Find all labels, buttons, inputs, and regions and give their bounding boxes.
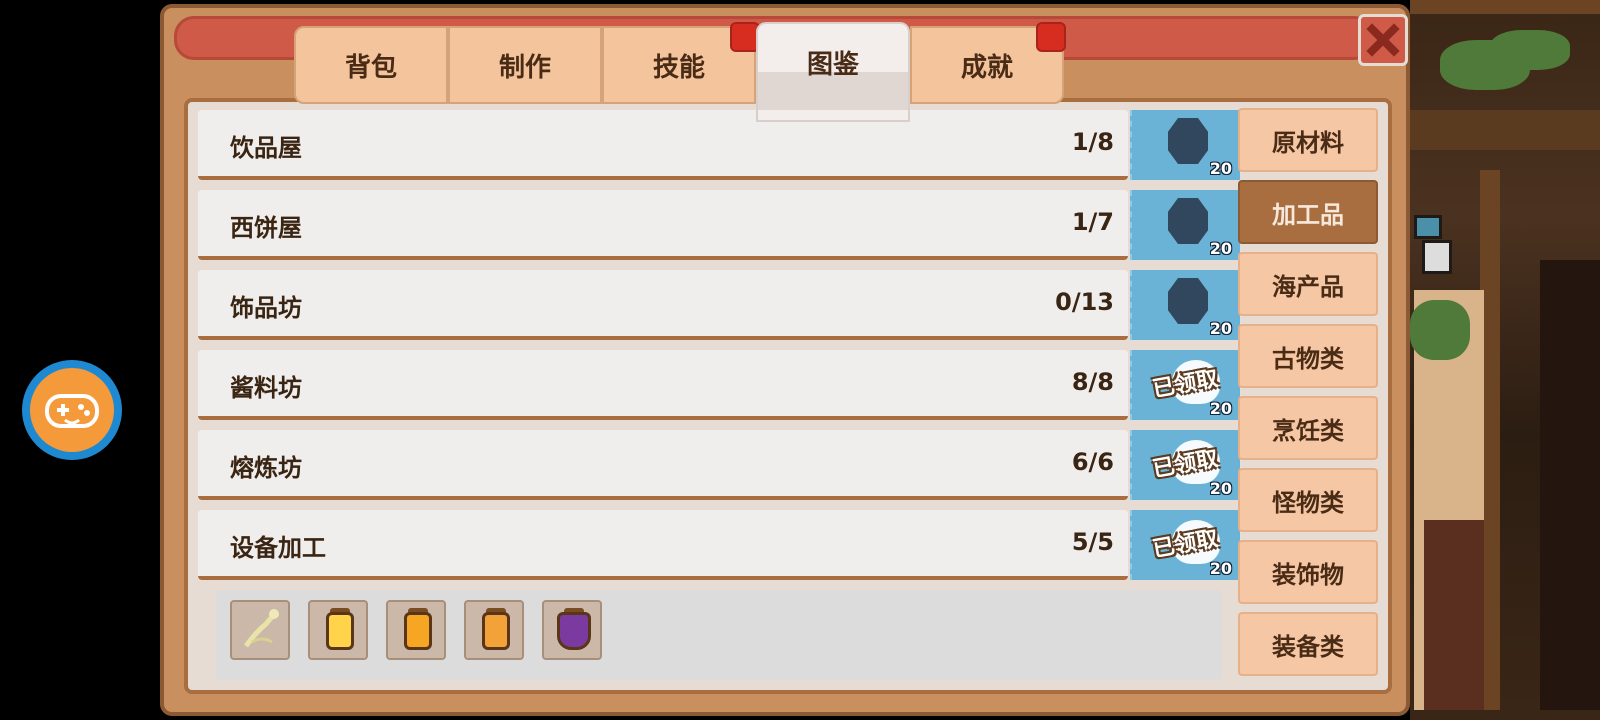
content-frame: 饮品屋 1/8 20 西饼屋 1/7 20 饰品坊 0/13 20 酱料坊 8/… (184, 98, 1392, 694)
collection-list: 饮品屋 1/8 20 西饼屋 1/7 20 饰品坊 0/13 20 酱料坊 8/… (198, 110, 1240, 680)
row-name: 饮品屋 (230, 134, 302, 162)
item-slot[interactable] (308, 600, 368, 660)
reward-qty: 20 (1209, 239, 1232, 258)
reward-qty: 20 (1209, 479, 1232, 498)
item-slot[interactable] (230, 600, 290, 660)
reward-button[interactable]: 20 (1130, 110, 1240, 180)
close-icon (1366, 23, 1400, 57)
category-cooking[interactable]: 烹饪类 (1238, 396, 1378, 460)
list-item: 饰品坊 0/13 20 (198, 270, 1240, 350)
row-count: 1/7 (1071, 208, 1114, 236)
list-item: 西饼屋 1/7 20 (198, 190, 1240, 270)
reward-button[interactable]: 已领取 20 (1130, 430, 1240, 500)
row-name: 设备加工 (230, 534, 326, 562)
item-slot[interactable] (386, 600, 446, 660)
tab-crafting[interactable]: 制作 (448, 26, 602, 104)
list-item: 酱料坊 8/8 已领取 20 (198, 350, 1240, 430)
collection-panel: 饮品屋 1/8 20 西饼屋 1/7 20 饰品坊 0/13 20 酱料坊 8/… (160, 4, 1410, 716)
tab-label: 成就 (960, 52, 1013, 83)
row-name: 酱料坊 (230, 374, 302, 402)
gamepad-icon (45, 394, 99, 428)
row-name: 熔炼坊 (230, 454, 302, 482)
gem-icon (1168, 278, 1208, 324)
collection-row[interactable]: 饰品坊 0/13 (198, 270, 1128, 340)
yellow-jar-icon (326, 612, 354, 650)
collection-row[interactable]: 西饼屋 1/7 (198, 190, 1128, 260)
tab-backpack[interactable]: 背包 (294, 26, 448, 104)
category-sidebar: 原材料 加工品 海产品 古物类 烹饪类 怪物类 装饰物 装备类 (1238, 108, 1378, 684)
row-count: 1/8 (1071, 128, 1114, 156)
row-count: 8/8 (1071, 368, 1114, 396)
reward-qty: 20 (1209, 559, 1232, 578)
category-equipment[interactable]: 装备类 (1238, 612, 1378, 676)
background-scenery (1410, 0, 1600, 720)
rope-icon (243, 609, 279, 648)
tab-collection[interactable]: 图鉴 (756, 22, 910, 122)
collection-row[interactable]: 设备加工 5/5 (198, 510, 1128, 580)
list-item: 饮品屋 1/8 20 (198, 110, 1240, 190)
category-processed-goods[interactable]: 加工品 (1238, 180, 1378, 244)
category-antiques[interactable]: 古物类 (1238, 324, 1378, 388)
collection-row[interactable]: 饮品屋 1/8 (198, 110, 1128, 180)
reward-button[interactable]: 20 (1130, 190, 1240, 260)
row-name: 饰品坊 (230, 294, 302, 322)
close-button[interactable] (1358, 14, 1408, 66)
category-raw-materials[interactable]: 原材料 (1238, 108, 1378, 172)
list-item: 设备加工 5/5 已领取 20 (198, 510, 1240, 590)
collection-row[interactable]: 熔炼坊 6/6 (198, 430, 1128, 500)
tab-label: 背包 (344, 52, 397, 83)
gem-icon (1168, 198, 1208, 244)
gamepad-float-button[interactable] (22, 360, 122, 460)
collection-row[interactable]: 酱料坊 8/8 (198, 350, 1128, 420)
reward-button[interactable]: 20 (1130, 270, 1240, 340)
row-count: 5/5 (1071, 528, 1114, 556)
orange-jar-icon (482, 612, 510, 650)
row-name: 西饼屋 (230, 214, 302, 242)
tab-label: 制作 (498, 52, 551, 83)
row-count: 0/13 (1055, 288, 1114, 316)
expanded-items-area (216, 590, 1222, 680)
item-slot[interactable] (542, 600, 602, 660)
orange-jar-icon (404, 612, 432, 650)
tab-label: 技能 (652, 52, 705, 83)
list-item: 熔炼坊 6/6 已领取 20 (198, 430, 1240, 510)
row-count: 6/6 (1071, 448, 1114, 476)
tab-label: 图鉴 (806, 49, 859, 80)
notification-dot (1036, 22, 1066, 52)
tab-achievements[interactable]: 成就 (910, 22, 1066, 104)
reward-button[interactable]: 已领取 20 (1130, 350, 1240, 420)
gem-icon (1168, 118, 1208, 164)
reward-qty: 20 (1209, 399, 1232, 418)
reward-qty: 20 (1209, 159, 1232, 178)
category-monsters[interactable]: 怪物类 (1238, 468, 1378, 532)
category-decorations[interactable]: 装饰物 (1238, 540, 1378, 604)
tab-skills[interactable]: 技能 (602, 22, 760, 104)
category-seafood[interactable]: 海产品 (1238, 252, 1378, 316)
purple-potion-icon (557, 612, 591, 650)
reward-qty: 20 (1209, 319, 1232, 338)
item-slot[interactable] (464, 600, 524, 660)
main-tabs: 背包 制作 技能 图鉴 成就 (294, 22, 1066, 122)
reward-button[interactable]: 已领取 20 (1130, 510, 1240, 580)
